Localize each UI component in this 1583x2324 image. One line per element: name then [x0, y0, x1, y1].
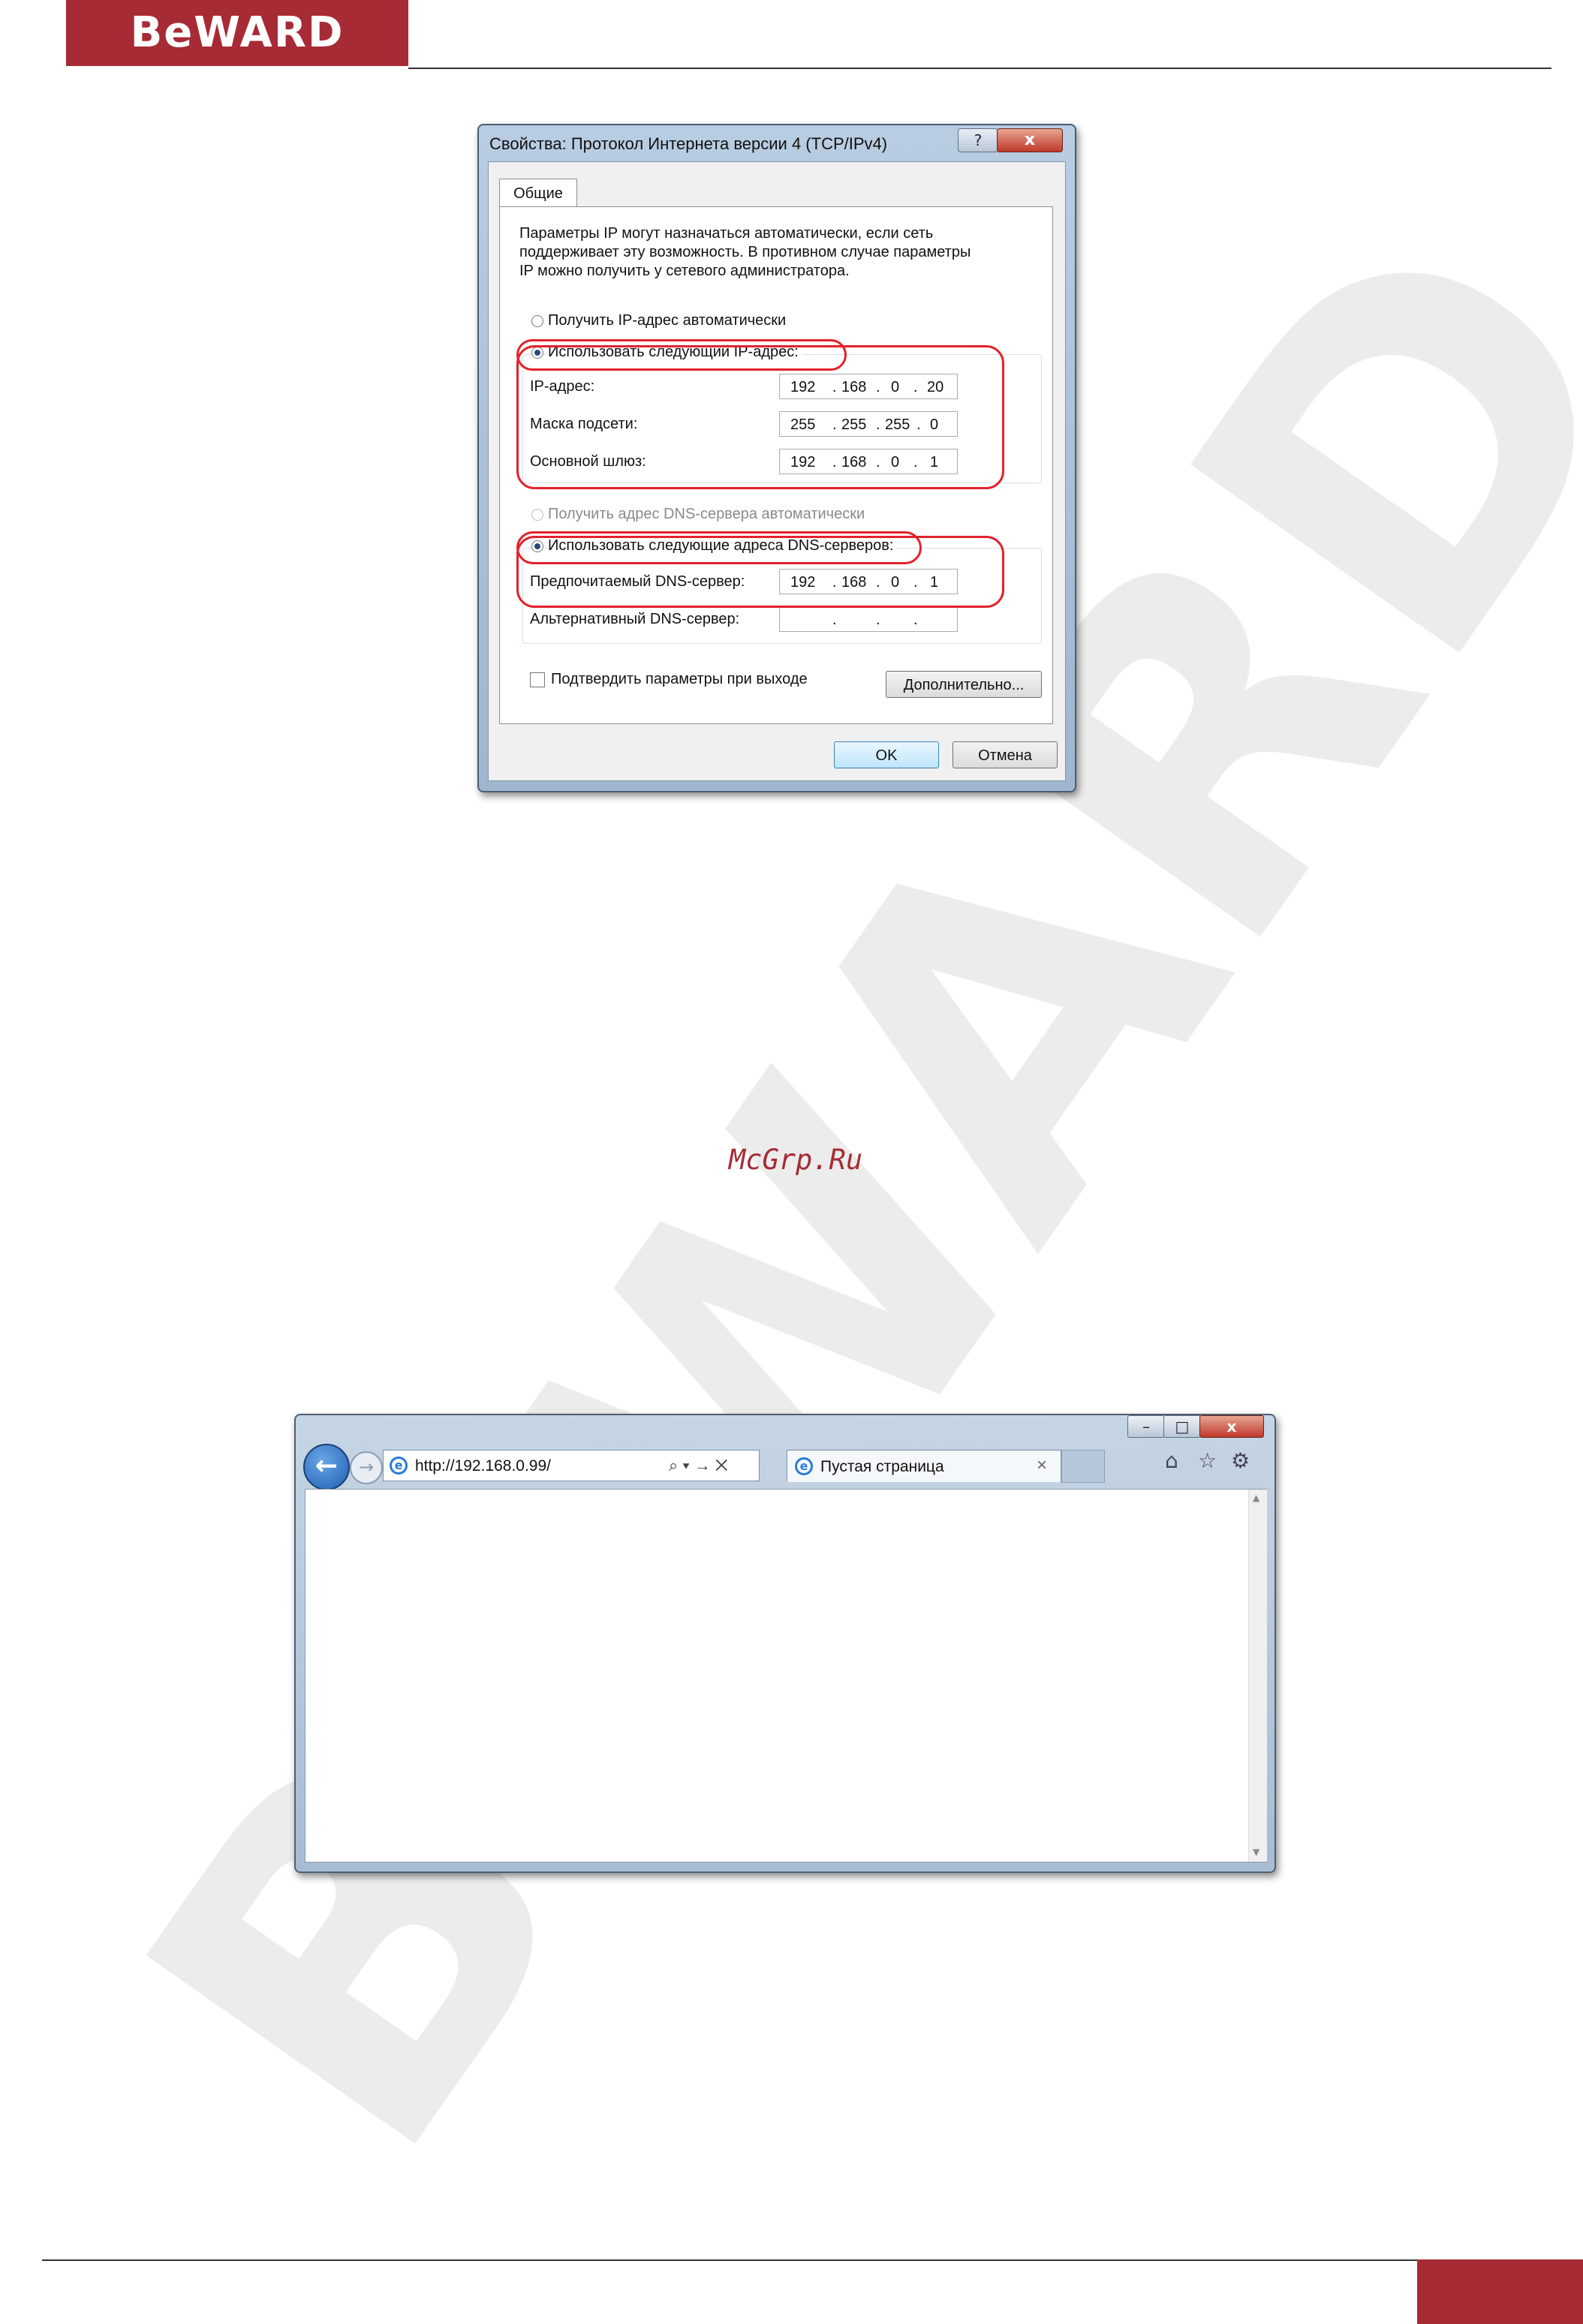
ok-button[interactable]: OK: [834, 741, 939, 768]
help-button[interactable]: ?: [958, 128, 998, 152]
settings-gear-icon[interactable]: ⚙: [1231, 1448, 1250, 1473]
general-panel: Параметры IP могут назначаться автоматич…: [499, 206, 1053, 724]
page-content-area[interactable]: ▲ ▼: [305, 1489, 1267, 1863]
highlight-dns-fields: [516, 536, 1004, 608]
radio-dns-auto-label: Получить адрес DNS-сервера автоматически: [548, 506, 865, 522]
minimize-button[interactable]: –: [1127, 1415, 1165, 1438]
new-tab-button[interactable]: [1061, 1450, 1105, 1483]
intro-text-line2: поддерживает эту возможность. В противно…: [519, 244, 971, 260]
radio-ip-auto[interactable]: [531, 315, 543, 327]
address-bar[interactable]: e http://192.168.0.99/ ⌕ ▾ → ✕: [383, 1450, 760, 1481]
tab-title: Пустая страница: [820, 1458, 944, 1475]
browser-tab[interactable]: e Пустая страница ×: [787, 1450, 1061, 1482]
alternate-dns-input[interactable]: . . .: [779, 606, 958, 632]
footer-brand-block: [1417, 2259, 1583, 2324]
footer-rule: [42, 2259, 1417, 2261]
radio-dns-auto[interactable]: [531, 509, 543, 521]
ie-page-icon: e: [390, 1457, 408, 1475]
scroll-up-icon[interactable]: ▲: [1253, 1493, 1259, 1503]
highlight-ip-fields: [516, 345, 1004, 489]
mcgrp-link[interactable]: McGrp.Ru: [661, 1144, 931, 1176]
logo-text: BeWARD: [130, 8, 345, 57]
tab-close-icon[interactable]: ×: [1037, 1455, 1047, 1476]
vertical-scrollbar[interactable]: ▲ ▼: [1248, 1490, 1267, 1862]
tcpip-properties-dialog: Свойства: Протокол Интернета версии 4 (T…: [477, 124, 1076, 792]
dialog-body: Общие Параметры IP могут назначаться авт…: [488, 161, 1066, 781]
tab-general[interactable]: Общие: [499, 179, 577, 208]
advanced-button[interactable]: Дополнительно...: [886, 671, 1042, 698]
close-button[interactable]: x: [997, 128, 1063, 152]
cancel-button[interactable]: Отмена: [953, 741, 1058, 768]
address-tools-icons[interactable]: ⌕ ▾ → ✕: [669, 1456, 728, 1475]
beward-logo: BeWARD: [66, 0, 408, 66]
validate-checkbox-label: Подтвердить параметры при выходе: [551, 671, 808, 687]
back-button[interactable]: ←: [303, 1444, 350, 1490]
home-icon[interactable]: ⌂: [1165, 1448, 1178, 1473]
scroll-down-icon[interactable]: ▼: [1253, 1847, 1259, 1857]
radio-ip-auto-label: Получить IP-адрес автоматически: [548, 312, 787, 329]
ie-browser-window: – □ x ← → e http://192.168.0.99/ ⌕ ▾ → ✕…: [294, 1414, 1276, 1873]
tab-ie-icon: e: [795, 1457, 813, 1475]
dialog-title: Свойства: Протокол Интернета версии 4 (T…: [489, 134, 888, 153]
intro-text-line3: IP можно получить у сетевого администрат…: [519, 263, 850, 279]
window-close-button[interactable]: x: [1199, 1415, 1264, 1438]
maximize-button[interactable]: □: [1163, 1415, 1201, 1438]
address-text: http://192.168.0.99/: [415, 1457, 551, 1475]
forward-button[interactable]: →: [350, 1451, 383, 1484]
intro-text-line1: Параметры IP могут назначаться автоматич…: [519, 225, 934, 242]
header-rule: [408, 68, 1551, 69]
alternate-dns-label: Альтернативный DNS-сервер:: [530, 611, 740, 627]
favorites-icon[interactable]: ☆: [1198, 1448, 1217, 1473]
validate-checkbox[interactable]: [530, 672, 545, 687]
